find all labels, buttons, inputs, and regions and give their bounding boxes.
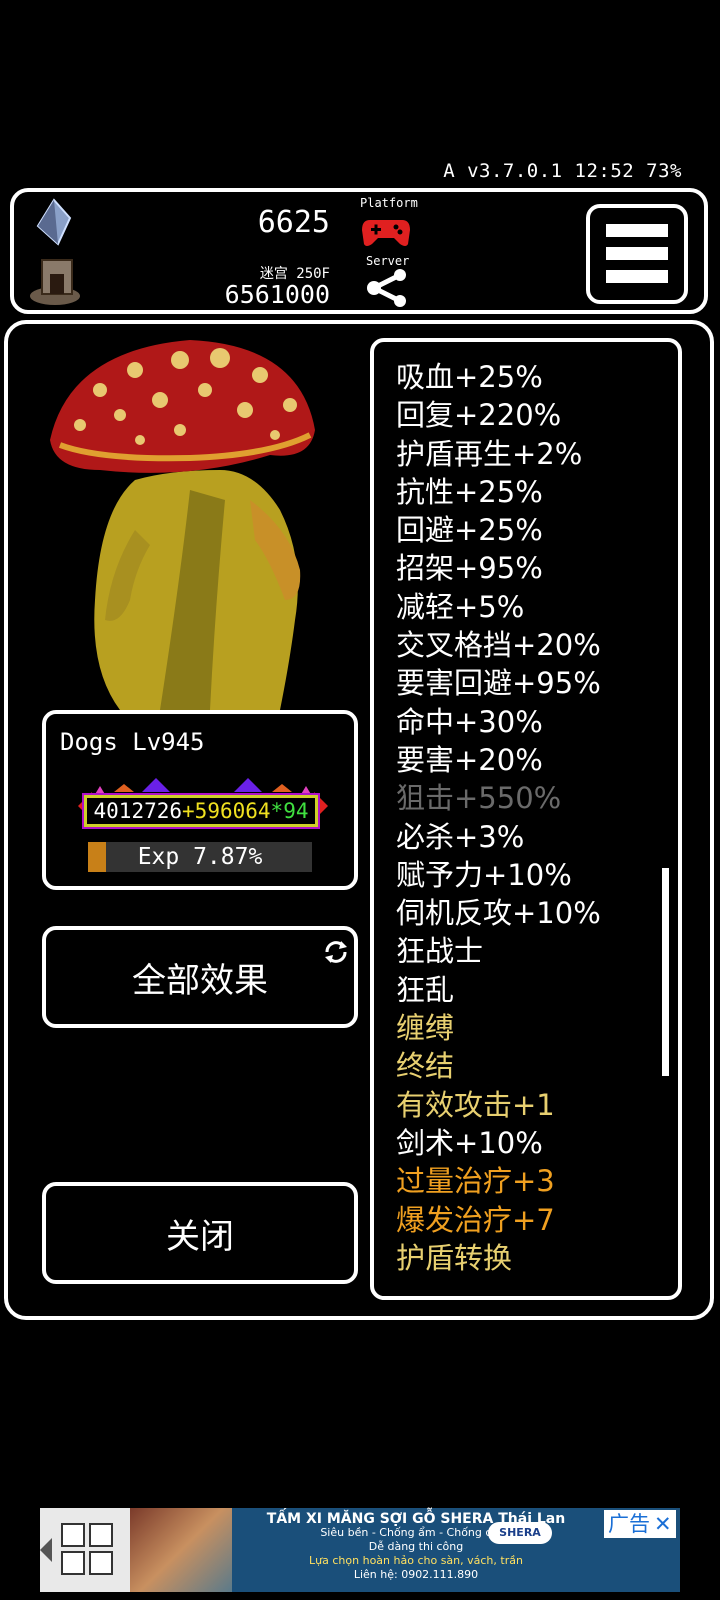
menu-icon-bar (606, 247, 668, 260)
effect-item: 护盾转换 (396, 1240, 513, 1275)
effects-scrollbar[interactable] (662, 868, 669, 1076)
status-bar: A v3.7.0.1 12:52 73% (443, 160, 682, 182)
effect-item: 命中+30% (396, 704, 543, 739)
hp-multiplier: *94 (270, 799, 309, 823)
effect-item: 招架+95% (396, 551, 543, 586)
player-name-level: Dogs Lv945 (60, 728, 205, 756)
effect-item: 回复+220% (396, 398, 562, 433)
share-icon[interactable] (364, 268, 410, 308)
effect-item: 减轻+5% (396, 589, 525, 624)
effect-item: 伺机反攻+10% (396, 896, 601, 931)
ad-line4: Lựa chọn hoàn hảo cho sàn, vách, trần (309, 1554, 523, 1567)
ad-tag[interactable]: 广告 ✕ (604, 1510, 676, 1538)
refresh-icon[interactable] (322, 938, 350, 966)
effects-list-inner: 吸血+25% 回复+220% 护盾再生+2% 抗性+25% 回避+25% 招架+95% 减轻… (396, 342, 601, 1277)
effect-item: 狙击+550% (396, 781, 562, 816)
effect-item: 狂战士 (396, 934, 484, 969)
effect-item: 缠缚 (396, 1011, 455, 1046)
effect-item: 护盾再生+2% (396, 436, 583, 471)
hp-base: 4012726 (93, 799, 183, 823)
maze-value: 6561000 (224, 280, 330, 309)
effect-item: 剑术+10% (396, 1125, 543, 1160)
hp-bar: 4012726+596064*94 (82, 793, 320, 829)
effect-item: 爆发治疗+7 (396, 1202, 555, 1237)
effect-item: 过量治疗+3 (396, 1164, 555, 1199)
server-label: Server (366, 254, 410, 268)
close-icon[interactable]: ✕ (654, 1512, 672, 1536)
effect-item: 有效攻击+1 (396, 1087, 555, 1122)
gamepad-icon[interactable] (360, 214, 412, 250)
effect-item: 赋予力+10% (396, 857, 572, 892)
platform-label: Platform (360, 196, 418, 210)
gold-value: 6625 (257, 205, 330, 240)
tiles-icon (40, 1508, 130, 1592)
hp-plus: +596064 (182, 799, 271, 823)
menu-button[interactable] (586, 204, 688, 304)
effect-item: 吸血+25% (396, 360, 543, 394)
effect-item: 回避+25% (396, 513, 543, 548)
effect-item: 狂乱 (396, 972, 455, 1007)
effects-list-partial-row (396, 342, 601, 358)
mushroom-monster-image (50, 340, 315, 710)
effect-item: 终结 (396, 1049, 455, 1084)
ad-phone: Liên hệ: 0902.111.890 (353, 1568, 479, 1581)
effect-item: 要害+20% (396, 742, 543, 777)
ad-brand-logo: SHERA (488, 1522, 552, 1544)
effects-list[interactable]: 吸血+25% 回复+220% 护盾再生+2% 抗性+25% 回避+25% 招架+95% 减轻… (370, 338, 682, 1300)
effect-item: 要害回避+95% (396, 666, 601, 701)
effect-item: 交叉格挡+20% (396, 628, 601, 663)
ad-tag-label: 广告 (608, 1512, 650, 1536)
all-effects-button[interactable]: 全部效果 (42, 926, 358, 1028)
menu-icon (606, 224, 668, 237)
close-button[interactable]: 关闭 (42, 1182, 358, 1284)
ad-photo (130, 1508, 232, 1592)
exp-label: Exp 7.87% (137, 844, 263, 870)
effect-item: 必杀+3% (396, 819, 525, 854)
gem-icon (36, 198, 72, 246)
effect-item: 抗性+25% (396, 474, 543, 509)
dungeon-icon (30, 259, 80, 305)
menu-icon-bar (606, 270, 668, 283)
